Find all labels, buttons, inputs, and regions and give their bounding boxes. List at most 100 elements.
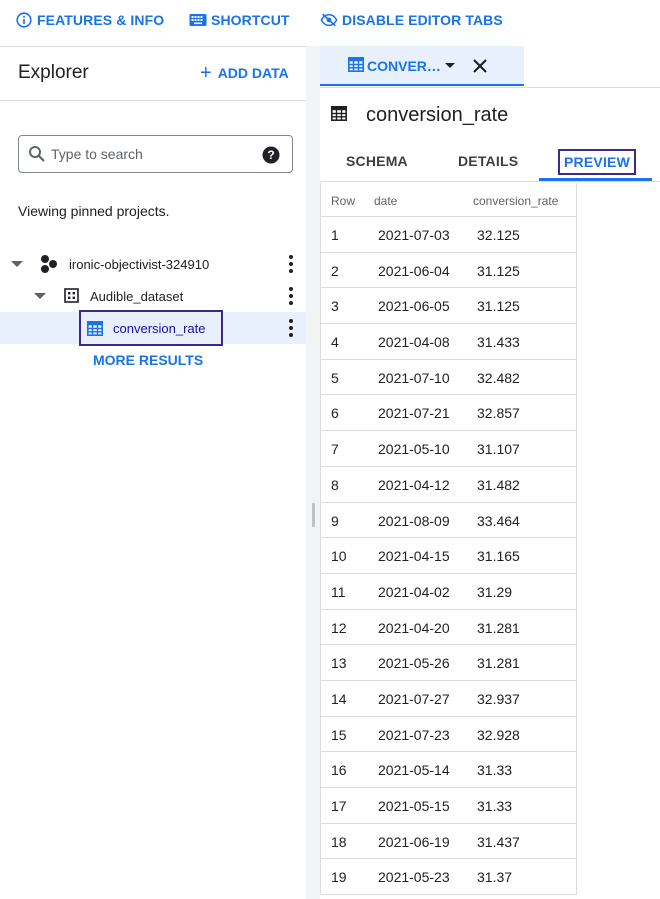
date-cell: 2021-04-12 bbox=[378, 476, 450, 493]
editor-tab-conversion-rate[interactable]: CONVER… bbox=[320, 46, 524, 86]
tree-row-dataset[interactable]: Audible_dataset bbox=[0, 280, 306, 312]
shortcut-button[interactable]: SHORTCUT bbox=[189, 10, 290, 30]
row-number-cell: 19 bbox=[331, 869, 347, 886]
table-row: 5 2021-07-10 32.482 bbox=[321, 360, 576, 396]
tree-row-project[interactable]: ironic-objectivist-324910 bbox=[0, 248, 306, 280]
tree-row-table[interactable]: conversion_rate bbox=[0, 312, 306, 344]
dataset-more-icon[interactable] bbox=[288, 287, 294, 305]
table-icon bbox=[331, 106, 347, 126]
table-header: conversion_rate bbox=[320, 96, 660, 132]
table-row: 11 2021-04-02 31.29 bbox=[321, 574, 576, 610]
plus-icon: + bbox=[200, 62, 212, 84]
tab-schema[interactable]: SCHEMA bbox=[346, 153, 408, 169]
conversion-rate-cell: 31.281 bbox=[477, 655, 520, 672]
shortcut-label: SHORTCUT bbox=[211, 12, 290, 28]
table-icon bbox=[348, 57, 364, 77]
date-cell: 2021-05-15 bbox=[378, 798, 450, 814]
date-cell: 2021-05-14 bbox=[378, 762, 450, 779]
tab-details[interactable]: DETAILS bbox=[458, 153, 518, 169]
visibility-off-icon bbox=[320, 11, 338, 29]
date-cell: 2021-08-09 bbox=[378, 512, 450, 529]
date-cell: 2021-06-19 bbox=[378, 833, 450, 850]
row-number-cell: 17 bbox=[331, 798, 347, 814]
table-row: 19 2021-05-23 31.37 bbox=[321, 859, 576, 896]
table-row: 3 2021-06-05 31.125 bbox=[321, 288, 576, 325]
conversion-rate-cell: 31.107 bbox=[477, 441, 520, 458]
table-row: 13 2021-05-26 31.281 bbox=[321, 645, 576, 681]
conversion-rate-cell: 31.37 bbox=[477, 869, 513, 886]
tab-dropdown-icon[interactable] bbox=[445, 63, 455, 68]
conversion-rate-cell: 31.125 bbox=[477, 298, 520, 315]
date-cell: 2021-07-21 bbox=[378, 405, 450, 422]
conversion-rate-cell: 31.29 bbox=[477, 583, 513, 600]
info-icon bbox=[15, 11, 33, 29]
top-toolbar: FEATURES & INFO SHORTCUT DISABLE EDITOR … bbox=[0, 0, 660, 40]
detail-tabs: SCHEMA DETAILS PREVIEW bbox=[320, 140, 660, 182]
active-tab-indicator bbox=[539, 178, 652, 181]
date-cell: 2021-04-02 bbox=[378, 583, 450, 600]
date-cell: 2021-04-15 bbox=[378, 548, 450, 565]
more-results-link[interactable]: MORE RESULTS bbox=[93, 352, 203, 368]
row-number-cell: 18 bbox=[331, 833, 347, 850]
row-number-cell: 11 bbox=[331, 583, 346, 600]
explorer-header: Explorer + ADD DATA bbox=[0, 47, 306, 101]
resize-handle[interactable] bbox=[312, 503, 315, 527]
date-cell: 2021-07-23 bbox=[378, 726, 450, 743]
row-number-cell: 15 bbox=[331, 726, 347, 743]
project-name: ironic-objectivist-324910 bbox=[69, 256, 210, 272]
disable-editor-tabs-button[interactable]: DISABLE EDITOR TABS bbox=[320, 10, 503, 30]
date-cell: 2021-07-10 bbox=[378, 369, 450, 386]
row-number-cell: 1 bbox=[331, 227, 339, 243]
search-icon bbox=[27, 144, 47, 164]
table-body: 1 2021-07-03 32.125 2 2021-06-04 31.125 3 2021-… bbox=[321, 217, 576, 896]
close-icon[interactable] bbox=[472, 58, 488, 74]
keyboard-icon bbox=[189, 11, 207, 29]
column-header-row: Row bbox=[331, 194, 356, 208]
add-data-label: ADD DATA bbox=[217, 65, 289, 81]
row-number-cell: 14 bbox=[331, 690, 347, 707]
table-row: 17 2021-05-15 31.33 bbox=[321, 788, 576, 824]
conversion-rate-cell: 32.482 bbox=[477, 369, 520, 386]
column-header-conversion-rate: conversion_rate bbox=[473, 194, 559, 208]
table-icon bbox=[87, 321, 103, 336]
row-number-cell: 8 bbox=[331, 476, 339, 493]
date-cell: 2021-04-08 bbox=[378, 334, 450, 351]
project-more-icon[interactable] bbox=[288, 255, 294, 273]
dataset-name: Audible_dataset bbox=[90, 288, 184, 304]
table-row: 12 2021-04-20 31.281 bbox=[321, 610, 576, 646]
pinned-projects-text: Viewing pinned projects. bbox=[18, 203, 170, 219]
conversion-rate-cell: 31.281 bbox=[477, 619, 520, 636]
table-more-icon[interactable] bbox=[288, 319, 294, 337]
row-number-cell: 7 bbox=[331, 441, 339, 458]
table-row: 2 2021-06-04 31.125 bbox=[321, 253, 576, 289]
collapse-caret-icon[interactable] bbox=[11, 261, 23, 267]
row-number-cell: 4 bbox=[331, 334, 339, 351]
table-row: 16 2021-05-14 31.33 bbox=[321, 752, 576, 788]
date-cell: 2021-06-04 bbox=[378, 262, 450, 279]
collapse-caret-icon[interactable] bbox=[34, 293, 46, 299]
conversion-rate-cell: 33.464 bbox=[477, 512, 520, 529]
editor-tab-label: CONVER… bbox=[367, 58, 441, 74]
tab-preview[interactable]: PREVIEW bbox=[558, 149, 636, 175]
preview-table: Row date conversion_rate 1 2021-07-03 32.1… bbox=[320, 183, 577, 896]
table-row: 18 2021-06-19 31.437 bbox=[321, 824, 576, 860]
explorer-panel: Explorer + ADD DATA ? Viewing pinned pro… bbox=[0, 46, 306, 899]
date-cell: 2021-06-05 bbox=[378, 298, 450, 315]
row-number-cell: 3 bbox=[331, 298, 339, 315]
conversion-rate-cell: 31.437 bbox=[477, 833, 520, 850]
table-row: 6 2021-07-21 32.857 bbox=[321, 395, 576, 432]
date-cell: 2021-07-27 bbox=[378, 690, 450, 707]
table-row: 9 2021-08-09 33.464 bbox=[321, 503, 576, 539]
explorer-title: Explorer bbox=[18, 62, 89, 83]
help-icon[interactable]: ? bbox=[262, 146, 280, 164]
row-number-cell: 10 bbox=[331, 548, 347, 565]
conversion-rate-cell: 31.33 bbox=[477, 798, 513, 814]
date-cell: 2021-04-20 bbox=[378, 619, 450, 636]
search-input[interactable] bbox=[51, 146, 251, 162]
panel-divider bbox=[306, 46, 320, 899]
add-data-button[interactable]: + ADD DATA bbox=[200, 62, 289, 84]
table-row: 10 2021-04-15 31.165 bbox=[321, 538, 576, 574]
features-info-button[interactable]: FEATURES & INFO bbox=[15, 10, 164, 30]
conversion-rate-cell: 31.165 bbox=[477, 548, 520, 565]
row-number-cell: 2 bbox=[331, 262, 339, 279]
